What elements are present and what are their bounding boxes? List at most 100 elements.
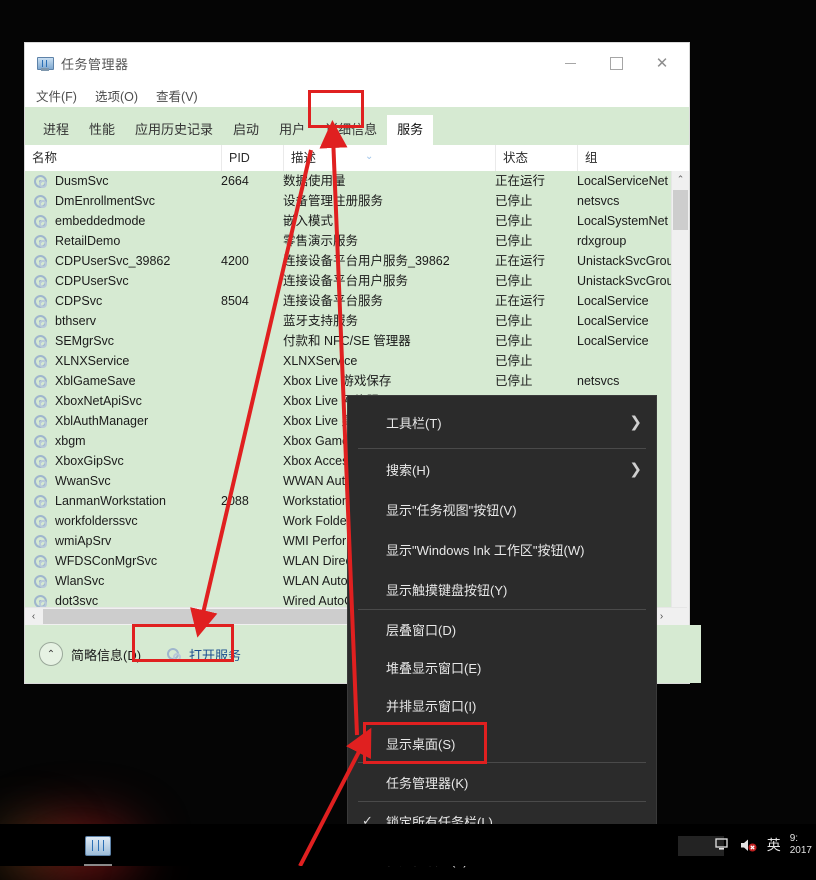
tab-5[interactable]: 详细信息	[315, 115, 387, 145]
column-header-group[interactable]: 组	[577, 145, 670, 171]
table-row[interactable]: XblGameSave Xbox Live 游戏保存 已停止 netsvcs	[25, 371, 687, 391]
menu-options[interactable]: 选项(O)	[95, 86, 138, 105]
context-menu-item-3[interactable]: 显示"Windows Ink 工作区"按钮(W)	[348, 529, 656, 569]
open-services-button[interactable]: 打开服务	[161, 641, 247, 668]
cell-pid: 2664	[221, 174, 249, 188]
chevron-right-icon: ❯	[629, 461, 642, 478]
column-header-status[interactable]: 状态	[495, 145, 577, 171]
scroll-left-icon[interactable]: ‹	[25, 608, 42, 625]
chevron-right-icon: ❯	[629, 414, 642, 431]
cell-description: 数据使用量	[283, 174, 346, 188]
cell-group: netsvcs	[577, 194, 620, 208]
taskbar: 英 9: 2017	[0, 824, 816, 866]
cell-description: 零售演示服务	[283, 234, 359, 248]
cell-name: embeddedmode	[55, 214, 146, 228]
table-row[interactable]: DusmSvc 2664 数据使用量 正在运行 LocalServiceNet	[25, 171, 687, 191]
tab-2[interactable]: 应用历史记录	[125, 115, 223, 145]
cell-name: XblAuthManager	[55, 414, 149, 428]
menu-file[interactable]: 文件(F)	[36, 86, 77, 105]
table-row[interactable]: XLNXService XLNXService 已停止	[25, 351, 687, 371]
column-header-pid[interactable]: PID	[221, 145, 283, 171]
column-header-description[interactable]: 描述	[283, 145, 495, 171]
open-services-label: 打开服务	[189, 647, 242, 663]
cell-group: LocalSystemNet	[577, 214, 669, 228]
cell-description: 设备管理注册服务	[283, 194, 384, 208]
context-menu-item-8[interactable]: 显示桌面(S)	[348, 724, 656, 762]
cell-status: 已停止	[495, 354, 533, 368]
scroll-up-icon[interactable]: ⌃	[672, 171, 689, 188]
cell-description: Xbox Live 游戏保存	[283, 374, 392, 388]
cell-description: 付款和 NFC/SE 管理器	[283, 334, 411, 348]
volume-muted-icon-svg	[740, 839, 757, 851]
tab-strip: 进程 性能 应用历史记录 启动 用户 详细信息 服务	[25, 107, 689, 145]
context-menu-item-0[interactable]: 工具栏(T) ❯	[348, 396, 656, 448]
service-gear-icon	[34, 175, 47, 188]
cell-status: 已停止	[495, 234, 533, 248]
cell-group: LocalService	[577, 314, 649, 328]
clock[interactable]: 9: 2017	[790, 833, 812, 857]
brief-info-button[interactable]: ⌃ 简略信息(D)	[39, 642, 141, 666]
context-menu-label: 显示触摸键盘按钮(Y)	[386, 582, 508, 598]
context-menu-item-9[interactable]: 任务管理器(K)	[348, 763, 656, 801]
context-menu-item-4[interactable]: 显示触摸键盘按钮(Y)	[348, 569, 656, 609]
volume-muted-icon[interactable]	[740, 838, 758, 853]
tab-3[interactable]: 启动	[223, 115, 269, 145]
cell-status: 正在运行	[495, 254, 546, 268]
context-menu-label: 层叠窗口(D)	[386, 622, 457, 638]
menu-view[interactable]: 查看(V)	[156, 86, 198, 105]
window-titlebar[interactable]: 任务管理器 ✕	[25, 43, 689, 83]
tab-0[interactable]: 进程	[33, 115, 79, 145]
column-header-name[interactable]: 名称	[25, 145, 221, 171]
cell-name: bthserv	[55, 314, 96, 328]
cell-name: xbgm	[55, 434, 86, 448]
context-menu-item-1[interactable]: 搜索(H) ❯	[348, 449, 656, 489]
table-row[interactable]: bthserv 蓝牙支持服务 已停止 LocalService	[25, 311, 687, 331]
context-menu-label: 任务管理器(K)	[386, 775, 469, 791]
tab-6[interactable]: 服务	[387, 115, 434, 145]
cell-pid	[221, 531, 269, 551]
taskbar-item-task-manager[interactable]	[78, 828, 118, 864]
context-menu-item-7[interactable]: 并排显示窗口(I)	[348, 686, 656, 724]
close-button[interactable]: ✕	[639, 43, 685, 83]
services-gear-icon	[167, 647, 182, 662]
cell-pid	[221, 271, 269, 291]
tab-1[interactable]: 性能	[79, 115, 125, 145]
table-row[interactable]: CDPUserSvc 连接设备平台用户服务 已停止 UnistackSvcGrou	[25, 271, 687, 291]
maximize-button[interactable]	[593, 43, 639, 83]
context-menu-label: 并排显示窗口(I)	[386, 698, 477, 714]
vertical-scrollbar-thumb[interactable]	[673, 190, 688, 230]
chevron-up-circle-icon: ⌃	[39, 642, 63, 666]
cell-pid	[221, 351, 269, 371]
cell-name: DmEnrollmentSvc	[55, 194, 156, 208]
network-icon[interactable]	[715, 838, 731, 852]
cell-description: 蓝牙支持服务	[283, 314, 359, 328]
table-row[interactable]: embeddedmode 嵌入模式 已停止 LocalSystemNet	[25, 211, 687, 231]
minimize-button[interactable]	[547, 43, 593, 83]
brief-info-label: 简略信息(D)	[71, 647, 142, 663]
cell-description: 连接设备平台用户服务_39862	[283, 254, 450, 268]
ime-icon[interactable]: 英	[767, 835, 781, 855]
context-menu-item-5[interactable]: 层叠窗口(D)	[348, 610, 656, 648]
vertical-scrollbar[interactable]: ⌃ ⌄	[671, 171, 689, 649]
table-row[interactable]: RetailDemo 零售演示服务 已停止 rdxgroup	[25, 231, 687, 251]
context-menu-label: 显示"任务视图"按钮(V)	[386, 502, 517, 518]
cell-pid	[221, 211, 269, 231]
context-menu-item-6[interactable]: 堆叠显示窗口(E)	[348, 648, 656, 686]
table-row[interactable]: CDPSvc 8504 连接设备平台服务 正在运行 LocalService	[25, 291, 687, 311]
service-gear-icon	[34, 195, 47, 208]
cell-pid	[221, 311, 269, 331]
context-menu-item-2[interactable]: 显示"任务视图"按钮(V)	[348, 489, 656, 529]
table-row[interactable]: CDPUserSvc_39862 4200 连接设备平台用户服务_39862 正在运行…	[25, 251, 687, 271]
cell-group: netsvcs	[577, 374, 620, 388]
table-row[interactable]: SEMgrSvc 付款和 NFC/SE 管理器 已停止 LocalService	[25, 331, 687, 351]
service-gear-icon	[34, 515, 47, 528]
cell-group: UnistackSvcGrou	[577, 254, 674, 268]
cell-pid	[221, 511, 269, 531]
cell-name: LanmanWorkstation	[55, 494, 166, 508]
tab-4[interactable]: 用户	[269, 115, 315, 145]
window-title-group: 任务管理器	[37, 54, 129, 73]
service-gear-icon	[34, 295, 47, 308]
table-row[interactable]: DmEnrollmentSvc 设备管理注册服务 已停止 netsvcs	[25, 191, 687, 211]
cell-name: CDPSvc	[55, 294, 103, 308]
service-gear-icon	[34, 555, 47, 568]
